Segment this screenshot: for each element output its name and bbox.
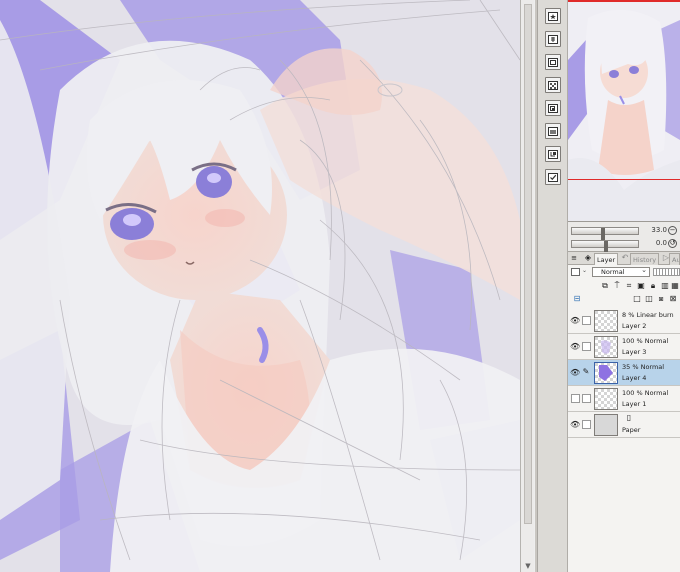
layer-list: 👁︎ 8 % Linear burn Layer 2 👁︎ 100 % Norm… (568, 308, 680, 572)
reference-layer-icon[interactable]: ⍑ (612, 281, 622, 291)
blend-mode-select[interactable]: Normal (592, 266, 650, 277)
angle-slider[interactable] (571, 240, 639, 253)
tab-auto-action[interactable]: Au (669, 253, 680, 265)
layer-tab-icon: ◈ (584, 253, 592, 262)
drawing-canvas[interactable] (0, 0, 520, 572)
layer-row-layer-2[interactable]: 👁︎ 8 % Linear burn Layer 2 (568, 308, 680, 334)
panel-tabs: ≡ ◈ Layer ↶ History ▷ Au (568, 252, 680, 265)
color-layer-icon[interactable]: ▥ (660, 281, 670, 291)
mask-layer-icon[interactable] (545, 123, 561, 139)
layer-color-icon[interactable]: ▦ (670, 281, 680, 291)
eye-icon[interactable]: 👁︎ (570, 342, 580, 352)
tab-layer[interactable]: Layer (594, 253, 619, 265)
layer-name: Layer 1 (622, 400, 647, 408)
texture-layer-icon[interactable] (545, 77, 561, 93)
clip-to-below-icon[interactable]: ⧉ (600, 281, 610, 291)
new-raster-layer-icon[interactable]: □ (632, 294, 642, 304)
layer-panel: ≡ ◈ Layer ↶ History ▷ Au ⌄ Normal ⧉ ⍑ ⌗ … (568, 252, 680, 572)
tab-history[interactable]: History (630, 253, 660, 265)
brush-editing-icon: ✎ (582, 367, 590, 376)
layer-thumbnail (594, 310, 618, 332)
navigator-view-frame[interactable] (568, 0, 680, 180)
layer-row-layer-4[interactable]: 👁︎ ✎ 35 % Normal Layer 4 (568, 360, 680, 386)
check-box-icon[interactable] (545, 169, 561, 185)
layer-row-paper[interactable]: 👁︎ ▯ Paper (568, 412, 680, 438)
layer-row-layer-3[interactable]: 👁︎ 100 % Normal Layer 3 (568, 334, 680, 360)
new-folder-icon[interactable]: ⧆ (656, 294, 666, 304)
layer-property-icons: ⧉ ⍑ ⌗ ▣ 🔒︎ ▥ ▦ (568, 280, 680, 293)
clip-layer-icon[interactable] (545, 146, 561, 162)
lock-layer-icon[interactable]: 🔒︎ (648, 281, 658, 291)
layer-blend-mode: 8 % Linear burn (622, 311, 674, 319)
eye-icon[interactable]: 👁︎ (570, 316, 580, 326)
layer-name: Paper (622, 426, 641, 434)
paper-layer-icon: ▯ (626, 413, 632, 422)
angle-slider-row: 0.0 ↺ (571, 238, 677, 253)
eye-icon[interactable]: 👁︎ (570, 368, 580, 378)
scroll-down-arrow-icon[interactable]: ▼ (524, 562, 532, 570)
navigator-preview[interactable] (568, 0, 680, 222)
favorites-folder-icon[interactable] (545, 8, 561, 24)
scrollbar-thumb[interactable] (524, 4, 532, 524)
blend-mode-row: ⌄ Normal (568, 265, 680, 279)
navigator-controls: 33.0 − 0.0 ↺ (568, 222, 680, 253)
layer-thumbnail (594, 362, 618, 384)
lock-transparency-icon[interactable]: ▣ (636, 281, 646, 291)
layer-copy-icon[interactable] (545, 100, 561, 116)
layer-lock-toggle[interactable] (582, 420, 591, 429)
layer-thumbnail (594, 414, 618, 436)
angle-value: 0.0 (655, 239, 667, 247)
paint-app-window: ▼ 33.0 − 0.0 ↺ ≡ ◈ Layer ↶ History ▷ Au … (0, 0, 680, 572)
delete-layer-icon[interactable]: ⊠ (668, 294, 678, 304)
canvas-vertical-scrollbar[interactable]: ▼ (520, 0, 534, 572)
hidden-eye-toggle[interactable] (571, 394, 580, 403)
blend-dropdown-arrow-icon[interactable]: ⌄ (582, 267, 588, 277)
artwork-illustration (0, 0, 520, 572)
layer-name: Layer 3 (622, 348, 647, 356)
layer-blend-mode: 100 % Normal (622, 337, 669, 345)
layer-name: Layer 4 (622, 374, 647, 382)
zoom-slider[interactable] (571, 227, 639, 240)
eye-icon[interactable]: 👁︎ (570, 420, 580, 430)
layer-tool-column (538, 0, 568, 572)
zoom-reset-icon[interactable]: − (668, 226, 677, 235)
layer-action-icons: ⊟ □ ◫ ⧆ ⊠ (568, 293, 680, 306)
layer-lock-toggle[interactable] (582, 342, 591, 351)
layer-blend-mode: 35 % Normal (622, 363, 665, 371)
layer-set-folder-icon[interactable] (545, 31, 561, 47)
zoom-value: 33.0 (651, 226, 667, 234)
layer-thumbnail (594, 388, 618, 410)
texture-pattern-swatch[interactable] (653, 268, 680, 276)
draft-layer-icon[interactable]: ⌗ (624, 281, 634, 291)
layer-thumbnail (594, 336, 618, 358)
layer-stack-icon[interactable] (545, 54, 561, 70)
new-vector-layer-icon[interactable]: ◫ (644, 294, 654, 304)
zoom-slider-row: 33.0 − (571, 225, 677, 240)
panel-menu-icon[interactable]: ≡ (569, 253, 579, 263)
layer-row-layer-1[interactable]: 100 % Normal Layer 1 (568, 386, 680, 412)
show-layer-color-icon[interactable]: ⊟ (572, 294, 582, 304)
history-tab-icon: ↶ (621, 253, 629, 262)
angle-reset-icon[interactable]: ↺ (668, 239, 677, 248)
layer-blend-mode: 100 % Normal (622, 389, 669, 397)
blend-options-toggle[interactable] (571, 268, 580, 276)
layer-name: Layer 2 (622, 322, 647, 330)
layer-lock-toggle[interactable] (582, 394, 591, 403)
layer-lock-toggle[interactable] (582, 316, 591, 325)
